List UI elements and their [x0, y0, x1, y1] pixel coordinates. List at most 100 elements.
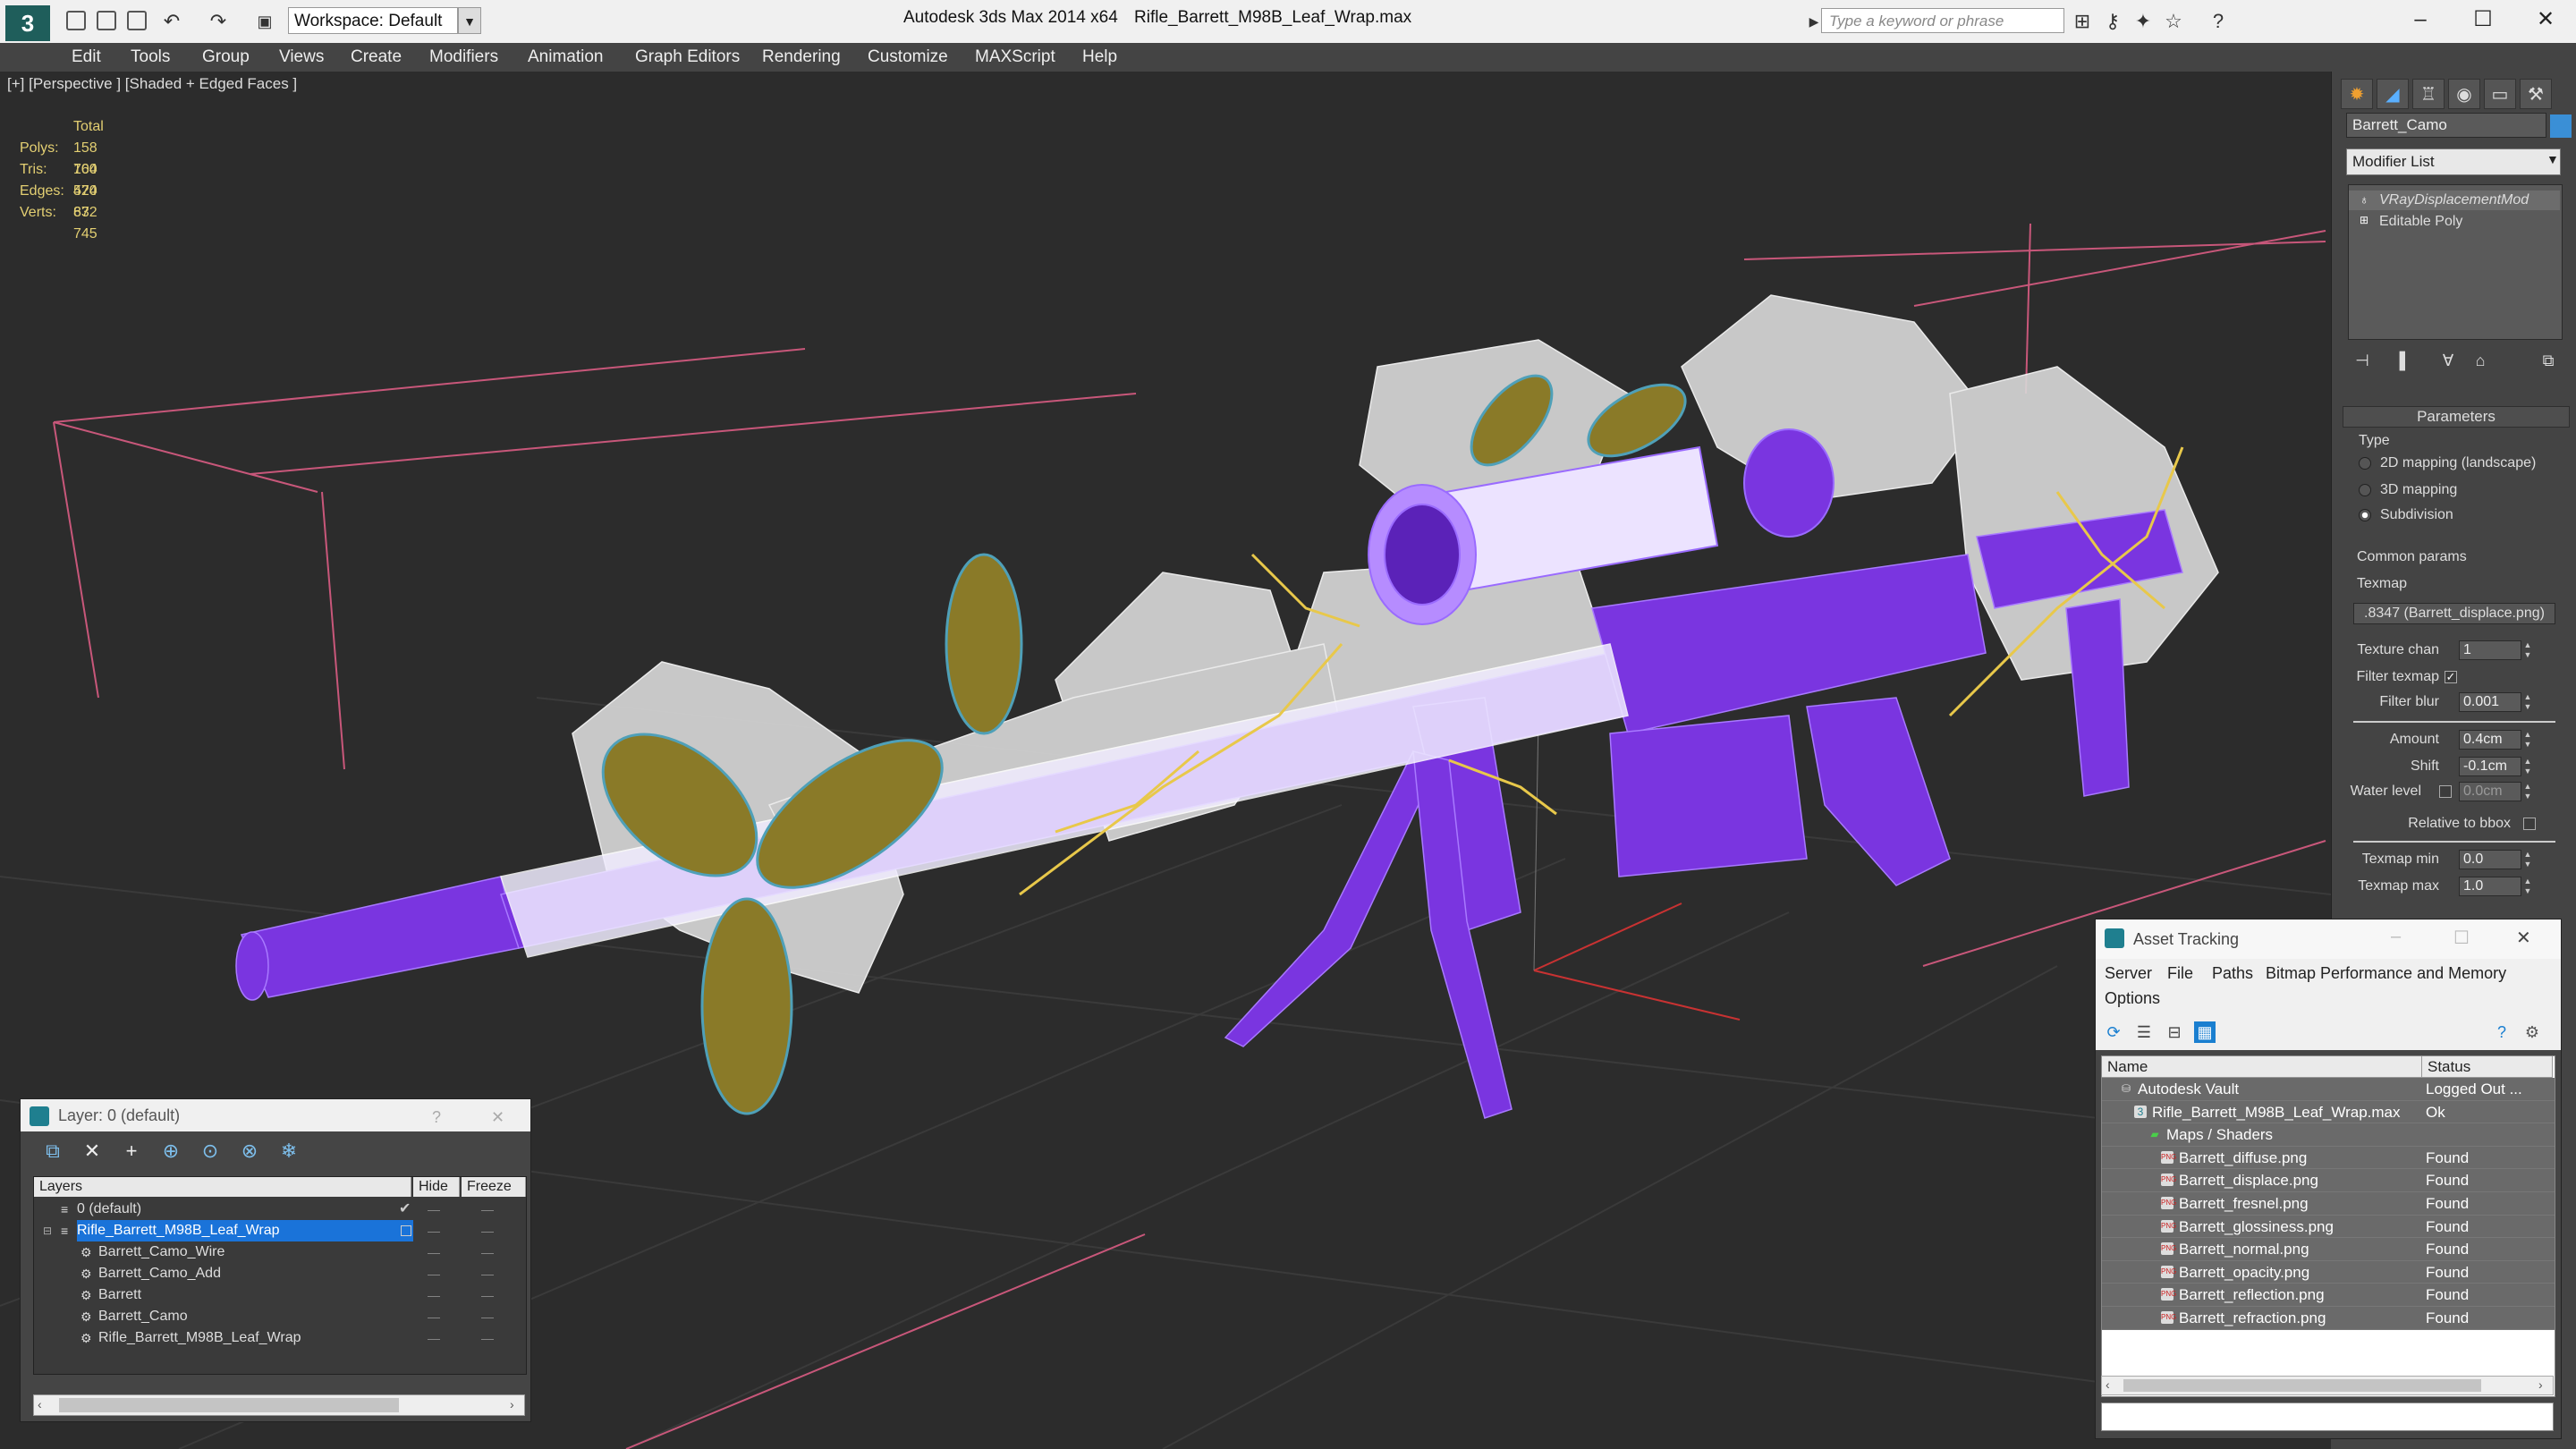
menu-tools[interactable]: Tools [131, 43, 170, 72]
save-file-icon[interactable] [127, 11, 147, 30]
radio-3d-mapping[interactable]: 3D mapping [2359, 478, 2457, 503]
select-objects-icon[interactable]: ⊕ [158, 1139, 183, 1164]
key-icon[interactable]: ⚷ [2102, 11, 2123, 32]
radio-dot[interactable] [2359, 508, 2371, 521]
menu-views[interactable]: Views [279, 43, 324, 72]
menu-paths[interactable]: Paths [2212, 964, 2253, 983]
layer-row[interactable]: ⚙ Rifle_Barrett_M98B_Leaf_Wrap — — [34, 1327, 526, 1349]
favorites-star-icon[interactable]: ☆ [2163, 11, 2184, 32]
close-icon[interactable]: ✕ [2519, 4, 2572, 36]
column-header-status[interactable]: Status [2422, 1056, 2553, 1078]
menu-server[interactable]: Server [2105, 964, 2152, 983]
collapse-minus-icon[interactable]: ⊟ [43, 1220, 52, 1241]
motion-tab-icon[interactable]: ◉ [2448, 79, 2480, 109]
configure-sets-icon[interactable]: ⧉ [2536, 349, 2561, 372]
water-level-checkbox[interactable] [2439, 785, 2452, 798]
close-icon[interactable]: ✕ [491, 1108, 504, 1127]
list-view-icon[interactable]: ☰ [2133, 1021, 2155, 1043]
column-header-hide[interactable]: Hide [413, 1177, 460, 1197]
make-unique-icon[interactable]: ∀ [2436, 349, 2461, 372]
menu-bitmap-performance[interactable]: Bitmap Performance and Memory [2266, 964, 2506, 983]
utilities-tab-icon[interactable]: ⚒ [2520, 79, 2552, 109]
water-level-field[interactable]: 0.0cm [2459, 782, 2521, 801]
asset-row[interactable]: PNG Barrett_displace.png Found [2102, 1169, 2555, 1192]
freeze-toggle[interactable]: — [481, 1327, 494, 1349]
menu-create[interactable]: Create [351, 43, 402, 72]
texmap-button[interactable]: .8347 (Barrett_displace.png) [2353, 603, 2555, 624]
asset-dialog-titlebar[interactable]: Asset Tracking – ☐ ✕ [2096, 919, 2561, 959]
freeze-toggle[interactable]: — [481, 1199, 494, 1220]
active-toggle[interactable] [401, 1225, 411, 1236]
asset-row[interactable]: PNG Barrett_diffuse.png Found [2102, 1146, 2555, 1170]
remove-modifier-icon[interactable]: ⌂ [2468, 349, 2493, 372]
binoculars-icon[interactable]: ⊞ [2072, 11, 2093, 32]
layer-row[interactable]: ≡ 0 (default) ✔ — — [34, 1199, 526, 1220]
scroll-left-icon[interactable]: ‹ [2106, 1377, 2110, 1392]
texmap-max-field[interactable]: 1.0 [2459, 877, 2521, 896]
workspace-select[interactable]: Workspace: Default [288, 7, 458, 34]
layer-row[interactable]: ⊟ ≡ Rifle_Barrett_M98B_Leaf_Wrap — — [34, 1220, 526, 1241]
modify-tab-icon[interactable]: ◢ [2377, 79, 2409, 109]
radio-dot[interactable] [2359, 456, 2371, 470]
freeze-toggle[interactable]: — [481, 1284, 494, 1306]
menu-maxscript[interactable]: MAXScript [975, 43, 1055, 72]
expand-plus-icon[interactable]: ⊞ [2360, 214, 2368, 226]
help-icon[interactable]: ? [2207, 11, 2229, 32]
hide-toggle[interactable]: — [428, 1220, 440, 1241]
undo-icon[interactable]: ↶ [161, 11, 182, 32]
layer-row[interactable]: ⚙ Barrett_Camo_Add — — [34, 1263, 526, 1284]
hide-toggle[interactable]: — [428, 1327, 440, 1349]
asset-row[interactable]: PNG Barrett_glossiness.png Found [2102, 1215, 2555, 1239]
object-name[interactable]: Barrett_Camo [98, 1306, 188, 1327]
menu-options[interactable]: Options [2105, 989, 2160, 1008]
texmap-min-field[interactable]: 0.0 [2459, 850, 2521, 869]
hide-toggle[interactable]: — [428, 1241, 440, 1263]
lightbulb-icon[interactable]: ♁ [2360, 192, 2369, 207]
layer-row[interactable]: ⚙ Barrett_Camo_Wire — — [34, 1241, 526, 1263]
search-input[interactable]: Type a keyword or phrase [1821, 8, 2064, 33]
menu-help[interactable]: Help [1082, 43, 1117, 72]
menu-rendering[interactable]: Rendering [762, 43, 841, 72]
modifier-list-dropdown[interactable]: Modifier List [2346, 148, 2561, 175]
hide-toggle[interactable]: — [428, 1284, 440, 1306]
spinner-icon[interactable]: ▲ ▼ [2523, 692, 2532, 712]
chevron-down-icon[interactable]: ▼ [2546, 152, 2559, 166]
grid-view-icon[interactable]: ▦ [2194, 1021, 2216, 1043]
highlight-selected-icon[interactable]: ⊙ [198, 1139, 223, 1164]
hide-all-layers-icon[interactable]: ⊗ [237, 1139, 262, 1164]
menu-modifiers[interactable]: Modifiers [429, 43, 498, 72]
radio-subdivision[interactable]: Subdivision [2359, 503, 2453, 528]
project-folder-icon[interactable]: ▣ [254, 11, 275, 32]
minimize-icon[interactable]: – [2391, 927, 2401, 947]
object-name[interactable]: Barrett_Camo_Wire [98, 1241, 225, 1263]
help-icon[interactable]: ? [432, 1108, 441, 1127]
menu-edit[interactable]: Edit [72, 43, 101, 72]
object-name[interactable]: Barrett [98, 1284, 141, 1306]
freeze-toggle[interactable]: — [481, 1306, 494, 1327]
minimize-icon[interactable]: – [2394, 4, 2447, 36]
add-to-layer-icon[interactable]: + [119, 1139, 144, 1164]
close-icon[interactable]: ✕ [2516, 927, 2531, 949]
spinner-icon[interactable]: ▲ ▼ [2523, 782, 2532, 801]
layer-row[interactable]: ⚙ Barrett — — [34, 1284, 526, 1306]
object-name[interactable]: Barrett_Camo_Add [98, 1263, 221, 1284]
settings-icon[interactable]: ⚙ [2521, 1021, 2543, 1043]
freeze-toggle[interactable]: — [481, 1263, 494, 1284]
column-header-name[interactable]: Name [2102, 1056, 2422, 1078]
create-tab-icon[interactable]: ✹ [2341, 79, 2373, 109]
object-name-field[interactable]: Barrett_Camo [2346, 113, 2546, 138]
horizontal-scrollbar[interactable]: ‹ › [33, 1394, 525, 1416]
radio-2d-mapping[interactable]: 2D mapping (landscape) [2359, 451, 2536, 476]
scroll-right-icon[interactable]: › [510, 1397, 514, 1411]
scroll-right-icon[interactable]: › [2538, 1377, 2543, 1392]
asset-row[interactable]: ⛁ Autodesk Vault Logged Out ... [2102, 1078, 2555, 1101]
filter-blur-field[interactable]: 0.001 [2459, 692, 2521, 712]
layer-row[interactable]: ⚙ Barrett_Camo — — [34, 1306, 526, 1327]
hide-toggle[interactable]: — [428, 1306, 440, 1327]
radio-dot[interactable] [2359, 483, 2371, 496]
menu-customize[interactable]: Customize [868, 43, 948, 72]
texture-chan-field[interactable]: 1 [2459, 640, 2521, 660]
delete-layer-icon[interactable]: ✕ [80, 1139, 105, 1164]
freeze-toggle[interactable]: — [481, 1241, 494, 1263]
amount-field[interactable]: 0.4cm [2459, 730, 2521, 750]
